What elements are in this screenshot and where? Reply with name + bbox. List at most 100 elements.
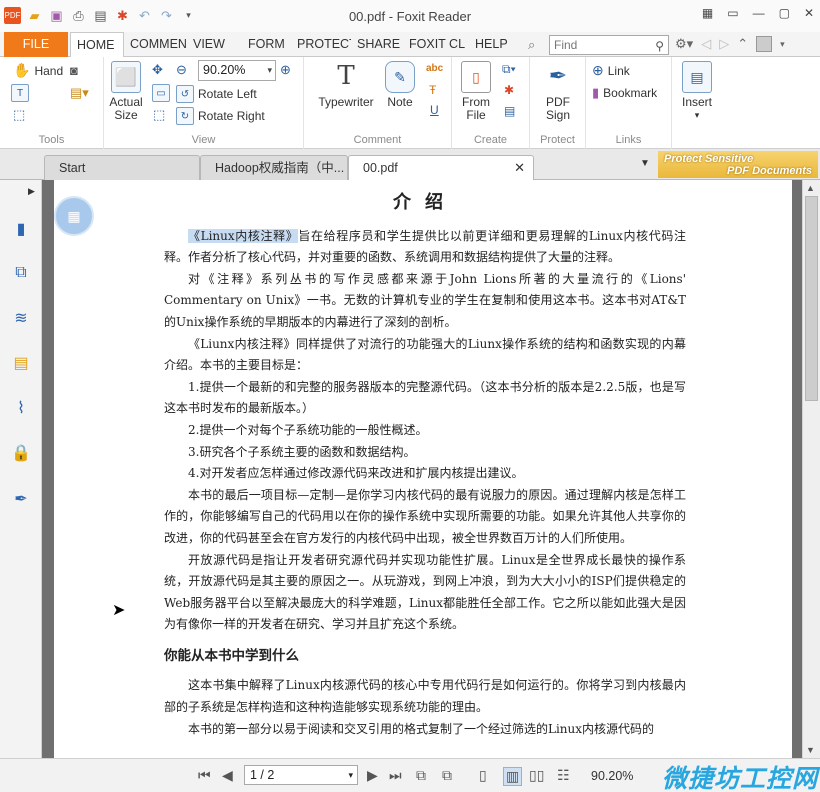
maximize-button[interactable]: ▢ bbox=[779, 6, 790, 20]
close-button[interactable]: ✕ bbox=[804, 6, 814, 20]
continuous-facing-icon[interactable]: ☷ bbox=[557, 767, 570, 784]
minimize-button[interactable]: — bbox=[753, 6, 765, 20]
pdf-sign-button[interactable]: ✒ PDF Sign bbox=[536, 61, 580, 122]
paragraph: 2.提供一个对每个子系统功能的一般性概述。 bbox=[188, 422, 428, 437]
underline-icon[interactable]: U bbox=[430, 103, 439, 117]
expand-panel-icon[interactable]: ▶ bbox=[28, 186, 35, 197]
note-button[interactable]: ✎ Note bbox=[382, 61, 418, 109]
previous-page-icon[interactable]: ◀ bbox=[222, 767, 233, 784]
tab-form[interactable]: FORM bbox=[242, 32, 292, 57]
forward-icon[interactable]: ▷ bbox=[719, 36, 729, 52]
back-icon[interactable]: ◁ bbox=[701, 36, 711, 52]
clipboard-icon[interactable]: ▤▾ bbox=[70, 85, 89, 101]
next-page-icon[interactable]: ▶ bbox=[367, 767, 378, 784]
attachments-panel-icon[interactable]: ⌇ bbox=[10, 397, 32, 419]
page-content: 介绍 《Linux内核注释》旨在给程序员和学生提供比以前更详细和更易理解的Lin… bbox=[164, 192, 686, 740]
zoom-out-icon[interactable]: ⊖ bbox=[176, 62, 187, 78]
protect-promo-banner[interactable]: Protect Sensitive PDF Documents bbox=[658, 151, 818, 178]
doc-tab-00pdf[interactable]: 00.pdf ✕ bbox=[348, 155, 534, 180]
window-title: 00.pdf - Foxit Reader bbox=[348, 9, 472, 24]
hand-tool-button[interactable]: ✋ Hand bbox=[13, 62, 63, 79]
paragraph: 这本书集中解释了Linux内核源代码的核心中专用代码行是如何运行的。你将学习到内… bbox=[164, 678, 686, 715]
pen-sign-icon: ✒ bbox=[548, 63, 568, 88]
window-controls: ▦ ▭ — ▢ ✕ bbox=[702, 6, 814, 20]
from-file-button[interactable]: ▯ From File bbox=[458, 61, 494, 122]
fit-page-icon[interactable]: ✥ bbox=[152, 62, 163, 78]
layers-panel-icon[interactable]: ≋ bbox=[10, 307, 32, 329]
page-number-input[interactable]: 1 / 2 ▾ bbox=[244, 765, 358, 785]
comment-group: T Typewriter ✎ Note abc Ŧ U Comment bbox=[304, 57, 452, 149]
create-from-scanner-icon[interactable]: ✱ bbox=[504, 83, 514, 97]
document-view[interactable]: 介绍 《Linux内核注释》旨在给程序员和学生提供比以前更详细和更易理解的Lin… bbox=[42, 180, 802, 758]
tab-file[interactable]: FILE bbox=[4, 32, 68, 57]
user-avatar-icon[interactable] bbox=[756, 36, 773, 52]
create-blank-icon[interactable]: ⧉▾ bbox=[502, 62, 516, 77]
first-page-icon[interactable]: ⏮ bbox=[198, 767, 211, 784]
settings-gear-icon[interactable]: ⚙▾ bbox=[675, 36, 693, 52]
next-view-icon[interactable]: ⧉ bbox=[442, 767, 452, 784]
ribbon: ✋ Hand ◙ T ▤▾ ⬚ Tools ⬜ Actual Size ✥ ⊖ … bbox=[0, 57, 820, 149]
tab-home[interactable]: HOME bbox=[70, 32, 124, 58]
facing-page-icon[interactable]: ▯▯ bbox=[529, 767, 544, 784]
insert-icon: ▤ bbox=[682, 61, 712, 93]
mouse-cursor-icon: ➤ bbox=[112, 602, 126, 619]
strikeout-icon[interactable]: Ŧ bbox=[429, 83, 436, 97]
vertical-scrollbar[interactable]: ▲ ▼ bbox=[802, 180, 820, 758]
status-bar: ⏮ ◀ 1 / 2 ▾ ▶ ⏭ ⧉ ⧉ ▯ ▥ ▯▯ ☷ 90.20% 微捷坊工… bbox=[0, 758, 820, 792]
paragraph: 3.研究各个子系统主要的函数和数据结构。 bbox=[188, 444, 416, 459]
layout-icon[interactable]: ▦ bbox=[702, 6, 713, 20]
last-page-icon[interactable]: ⏭ bbox=[389, 767, 402, 784]
scroll-up-icon[interactable]: ▲ bbox=[806, 183, 815, 193]
up-icon[interactable]: ⌃ bbox=[737, 36, 748, 52]
fit-width-icon[interactable]: ▭ bbox=[152, 84, 170, 102]
rotate-right-button[interactable]: ↻ Rotate Right bbox=[176, 107, 265, 125]
find-input[interactable]: Find ⚲ bbox=[549, 35, 669, 55]
close-tab-icon[interactable]: ✕ bbox=[514, 156, 525, 180]
bookmark-button[interactable]: ▮ Bookmark bbox=[592, 85, 657, 101]
chevron-down-icon: ▾ bbox=[694, 110, 700, 120]
security-lock-icon[interactable]: 🔒 bbox=[10, 442, 32, 464]
tab-list-dropdown-icon[interactable]: ▼ bbox=[640, 158, 650, 169]
tab-foxit-cloud[interactable]: FOXIT CLOUD bbox=[403, 32, 465, 57]
tab-share[interactable]: SHARE bbox=[351, 32, 403, 57]
highlight-icon[interactable]: abc bbox=[426, 63, 443, 74]
comments-panel-icon[interactable]: ▤ bbox=[10, 352, 32, 374]
tab-view[interactable]: VIEW bbox=[187, 32, 235, 57]
doc-tab-hadoop[interactable]: Hadoop权威指南（中... bbox=[200, 155, 348, 180]
ribbon-toggle-icon[interactable]: ▭ bbox=[727, 6, 738, 20]
actual-size-button[interactable]: ⬜ Actual Size bbox=[106, 61, 146, 122]
selected-text[interactable]: 《Linux内核注释》 bbox=[188, 228, 299, 243]
rotate-left-button[interactable]: ↺ Rotate Left bbox=[176, 85, 257, 103]
qr-code-icon[interactable]: ▦ bbox=[54, 196, 94, 236]
scroll-thumb[interactable] bbox=[805, 196, 818, 401]
scroll-down-icon[interactable]: ▼ bbox=[806, 745, 815, 755]
insert-button[interactable]: ▤ Insert ▾ bbox=[678, 61, 716, 122]
paragraph: 开放源代码是指让开发者研究源代码并实现功能性扩展。Linux是全世界成长最快的操… bbox=[164, 552, 686, 632]
fit-visible-icon[interactable]: ⬚ bbox=[153, 107, 165, 123]
zoom-in-icon[interactable]: ⊕ bbox=[280, 62, 291, 78]
previous-view-icon[interactable]: ⧉ bbox=[416, 767, 426, 784]
search-icon[interactable]: ⚲ bbox=[655, 37, 664, 55]
snapshot-icon[interactable]: ◙ bbox=[70, 63, 78, 78]
rotate-right-icon: ↻ bbox=[176, 107, 194, 125]
single-page-icon[interactable]: ▯ bbox=[479, 767, 487, 784]
zoom-level-select[interactable]: 90.20% ▾ bbox=[198, 60, 276, 81]
select-text-icon[interactable]: T bbox=[11, 84, 29, 102]
tab-help[interactable]: HELP bbox=[469, 32, 515, 57]
bookmarks-panel-icon[interactable]: ▮ bbox=[10, 218, 32, 240]
find-options-icon[interactable]: ⌕ bbox=[528, 37, 535, 53]
create-from-clipboard-icon[interactable]: ▤ bbox=[504, 104, 515, 118]
tab-protect[interactable]: PROTECT bbox=[291, 32, 351, 57]
link-button[interactable]: ⊕ Link bbox=[592, 62, 630, 79]
select-annotation-icon[interactable]: ⬚ bbox=[13, 107, 25, 123]
note-icon: ✎ bbox=[385, 61, 415, 93]
tab-comment[interactable]: COMMENT bbox=[124, 32, 186, 57]
zoom-percent[interactable]: 90.20% bbox=[591, 769, 633, 783]
user-dropdown-icon[interactable]: ▾ bbox=[780, 39, 785, 50]
pages-panel-icon[interactable]: ⧉ bbox=[10, 262, 32, 284]
doc-tab-start[interactable]: Start bbox=[44, 155, 200, 180]
globe-link-icon: ⊕ bbox=[592, 62, 604, 78]
signatures-panel-icon[interactable]: ✒ bbox=[10, 488, 32, 510]
typewriter-button[interactable]: T Typewriter bbox=[314, 61, 378, 109]
continuous-page-icon[interactable]: ▥ bbox=[503, 767, 523, 786]
